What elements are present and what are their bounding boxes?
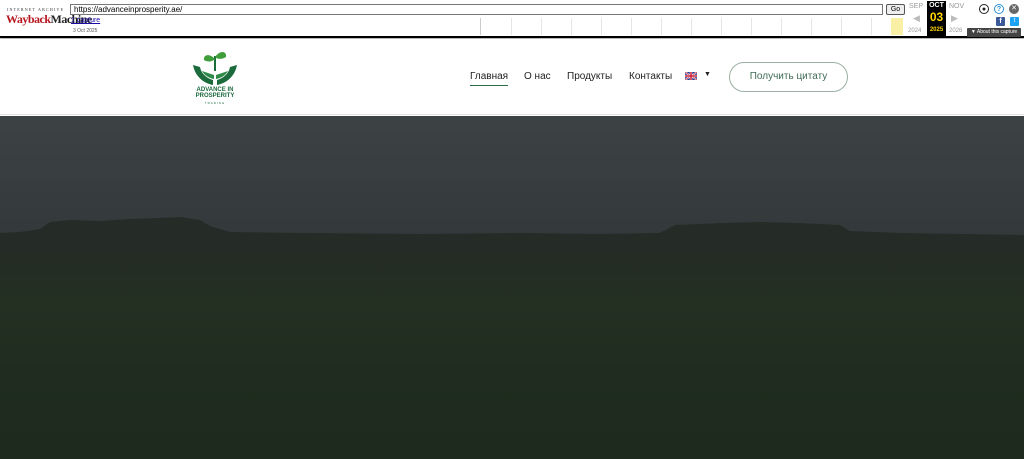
get-quote-button[interactable]: Получить цитату [729, 62, 848, 92]
hero-banner [0, 116, 1024, 459]
about-capture-button[interactable]: ▼ About this capture [967, 28, 1021, 37]
nav-home[interactable]: Главная [470, 71, 509, 86]
capture-sparkline[interactable] [480, 18, 903, 35]
nav-products[interactable]: Продукты [567, 71, 612, 82]
hands-sprout-icon [193, 52, 237, 85]
wayback-url-input[interactable] [70, 4, 883, 15]
next-month-link[interactable]: NOV [949, 3, 964, 10]
prev-month-link[interactable]: SEP [909, 3, 923, 10]
close-icon[interactable]: ✕ [1009, 4, 1019, 14]
uk-flag-icon[interactable] [685, 72, 697, 80]
logo-text: ADVANCE IN PROSPERITY [188, 87, 242, 99]
nav-about[interactable]: О нас [524, 71, 551, 82]
current-year: 2025 [929, 27, 944, 33]
logo-line-2: PROSPERITY [195, 93, 235, 99]
next-year-link[interactable]: 2026 [949, 28, 962, 34]
next-arrow-icon[interactable]: ▶ [951, 13, 958, 24]
current-month: OCT [929, 2, 944, 9]
captures-link[interactable]: 1 capture [71, 17, 100, 24]
user-account-icon[interactable]: ● [979, 4, 989, 14]
help-icon[interactable]: ? [994, 4, 1004, 14]
prev-arrow-icon[interactable]: ◀ [913, 13, 920, 24]
wayback-logo-way: Wayback [6, 12, 51, 26]
language-dropdown-caret-icon[interactable]: ▼ [704, 71, 711, 78]
go-button[interactable]: Go [886, 4, 905, 15]
current-day: 03 [929, 10, 944, 24]
facebook-icon[interactable]: f [996, 17, 1005, 26]
capture-date: 3 Oct 2025 [73, 28, 98, 34]
site-header: ADVANCE IN PROSPERITY TRADING Главная О … [0, 39, 1024, 115]
nav-contacts[interactable]: Контакты [629, 71, 672, 82]
about-capture-label: About this capture [976, 29, 1018, 35]
logo-tagline: TRADING [204, 101, 226, 105]
site-logo[interactable]: ADVANCE IN PROSPERITY TRADING [190, 47, 240, 107]
sparkline-highlight [891, 18, 903, 35]
wayback-toolbar: INTERNET ARCHIVE WaybackMachine Go 1 cap… [0, 0, 1024, 38]
tree-line-image [0, 217, 1024, 251]
twitter-icon[interactable]: t [1010, 17, 1019, 26]
current-capture-date: OCT 03 2025 [927, 1, 946, 36]
prev-year-link[interactable]: 2024 [908, 28, 921, 34]
